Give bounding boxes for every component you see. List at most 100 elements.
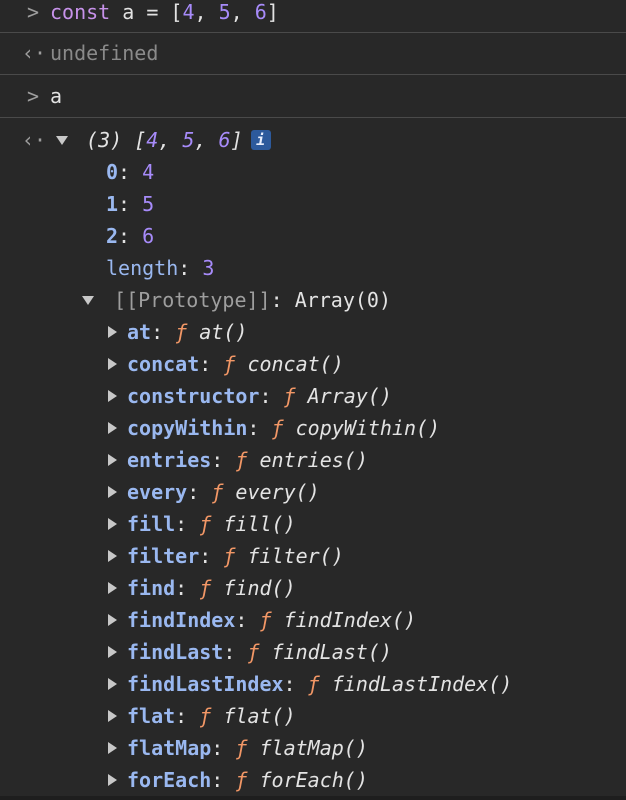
- function-symbol-icon: ƒ: [235, 768, 248, 792]
- property-colon: :: [259, 384, 284, 408]
- prototype-member-row[interactable]: entries: ƒ entries(): [0, 444, 626, 476]
- code-text: ,: [230, 0, 255, 24]
- member-name: concat: [127, 352, 200, 376]
- member-name: every: [127, 480, 188, 504]
- prototype-row[interactable]: [[Prototype]]: Array(0): [0, 284, 626, 316]
- function-symbol-icon: ƒ: [235, 736, 248, 760]
- expand-triangle-right-icon[interactable]: [108, 678, 117, 690]
- property-colon: :: [118, 192, 143, 216]
- prototype-member-row[interactable]: findLastIndex: ƒ findLastIndex(): [0, 668, 626, 700]
- prototype-member-row[interactable]: find: ƒ find(): [0, 572, 626, 604]
- row-divider: [0, 32, 626, 33]
- prototype-member-row[interactable]: every: ƒ every(): [0, 476, 626, 508]
- info-icon[interactable]: i: [250, 130, 271, 150]
- function-symbol-icon: ƒ: [211, 480, 224, 504]
- expand-triangle-right-icon[interactable]: [108, 390, 117, 402]
- property-colon: :: [211, 736, 236, 760]
- member-name: findLast: [127, 640, 224, 664]
- console-input-row[interactable]: > const a = [4, 5, 6]: [0, 0, 626, 28]
- console-panel: > const a = [4, 5, 6] ‹· undefined > a ‹…: [0, 0, 626, 800]
- prototype-member-row[interactable]: concat: ƒ concat(): [0, 348, 626, 380]
- member-name: fill: [127, 512, 176, 536]
- array-preview: (3) [4, 5, 6] i: [56, 124, 271, 156]
- function-signature: flat(): [223, 704, 296, 728]
- expand-triangle-right-icon[interactable]: [108, 358, 117, 370]
- expand-triangle-right-icon[interactable]: [108, 614, 117, 626]
- property-value: 4: [142, 160, 155, 184]
- member-name: forEach: [127, 768, 212, 792]
- property-colon: :: [211, 448, 236, 472]
- function-symbol-icon: ƒ: [199, 704, 212, 728]
- property-colon: :: [199, 352, 224, 376]
- property-colon: :: [187, 480, 212, 504]
- prototype-member-row[interactable]: findIndex: ƒ findIndex(): [0, 604, 626, 636]
- expand-triangle-right-icon[interactable]: [108, 326, 117, 338]
- property-colon: :: [175, 704, 200, 728]
- console-input-code: const a = [4, 5, 6]: [50, 0, 279, 28]
- function-signature: findIndex(): [283, 608, 417, 632]
- array-item-row: 1: 5: [0, 188, 626, 220]
- property-colon: :: [175, 512, 200, 536]
- member-name: flatMap: [127, 736, 212, 760]
- member-name: filter: [127, 544, 200, 568]
- expand-triangle-right-icon[interactable]: [108, 454, 117, 466]
- array-preview-row[interactable]: ‹· (3) [4, 5, 6] i: [0, 124, 626, 156]
- property-colon: :: [151, 320, 176, 344]
- expand-triangle-right-icon[interactable]: [108, 742, 117, 754]
- expand-triangle-down-icon[interactable]: [82, 295, 94, 305]
- property-colon: :: [118, 224, 143, 248]
- function-symbol-icon: ƒ: [247, 640, 260, 664]
- array-item-row: 0: 4: [0, 156, 626, 188]
- prototype-member-row[interactable]: forEach: ƒ forEach(): [0, 764, 626, 796]
- function-symbol-icon: ƒ: [223, 352, 236, 376]
- prototype-member-row[interactable]: flat: ƒ flat(): [0, 700, 626, 732]
- result-arrow-icon: ‹·: [22, 41, 47, 65]
- member-name: copyWithin: [127, 416, 248, 440]
- function-signature: entries(): [259, 448, 368, 472]
- code-text: ,: [194, 0, 219, 24]
- function-signature: fill(): [223, 512, 296, 536]
- property-colon: :: [178, 256, 203, 280]
- length-row: length: 3: [0, 252, 626, 284]
- expand-triangle-right-icon[interactable]: [108, 710, 117, 722]
- expand-triangle-right-icon[interactable]: [108, 486, 117, 498]
- expand-triangle-right-icon[interactable]: [108, 774, 117, 786]
- code-number: 6: [254, 0, 267, 24]
- prototype-member-row[interactable]: filter: ƒ filter(): [0, 540, 626, 572]
- prototype-member-row[interactable]: flatMap: ƒ flatMap(): [0, 732, 626, 764]
- array-item-row: 2: 6: [0, 220, 626, 252]
- prototype-member-row[interactable]: fill: ƒ fill(): [0, 508, 626, 540]
- expand-triangle-right-icon[interactable]: [108, 550, 117, 562]
- member-name: findIndex: [127, 608, 236, 632]
- function-symbol-icon: ƒ: [307, 672, 320, 696]
- function-signature: Array(): [307, 384, 392, 408]
- property-colon: :: [270, 288, 295, 312]
- property-key: 1: [106, 192, 119, 216]
- function-symbol-icon: ƒ: [235, 448, 248, 472]
- property-colon: :: [118, 160, 143, 184]
- prototype-member-row[interactable]: findLast: ƒ findLast(): [0, 636, 626, 668]
- array-number: 6: [218, 128, 231, 152]
- function-symbol-icon: ƒ: [175, 320, 188, 344]
- prototype-member-row[interactable]: constructor: ƒ Array(): [0, 380, 626, 412]
- property-key: 2: [106, 224, 119, 248]
- bottom-edge: [0, 796, 626, 800]
- property-value: 5: [142, 192, 155, 216]
- console-input-row[interactable]: > a: [0, 80, 626, 112]
- prototype-member-row[interactable]: copyWithin: ƒ copyWithin(): [0, 412, 626, 444]
- array-comma: ,: [194, 128, 219, 152]
- prototype-member-row[interactable]: at: ƒ at(): [0, 316, 626, 348]
- expand-triangle-right-icon[interactable]: [108, 582, 117, 594]
- property-colon: :: [283, 672, 308, 696]
- property-colon: :: [235, 608, 260, 632]
- code-text: ]: [266, 0, 279, 24]
- expand-triangle-right-icon[interactable]: [108, 422, 117, 434]
- expand-triangle-down-icon[interactable]: [56, 135, 68, 145]
- expand-triangle-right-icon[interactable]: [108, 646, 117, 658]
- array-number: 5: [182, 128, 195, 152]
- array-comma: ,: [158, 128, 183, 152]
- expand-triangle-right-icon[interactable]: [108, 518, 117, 530]
